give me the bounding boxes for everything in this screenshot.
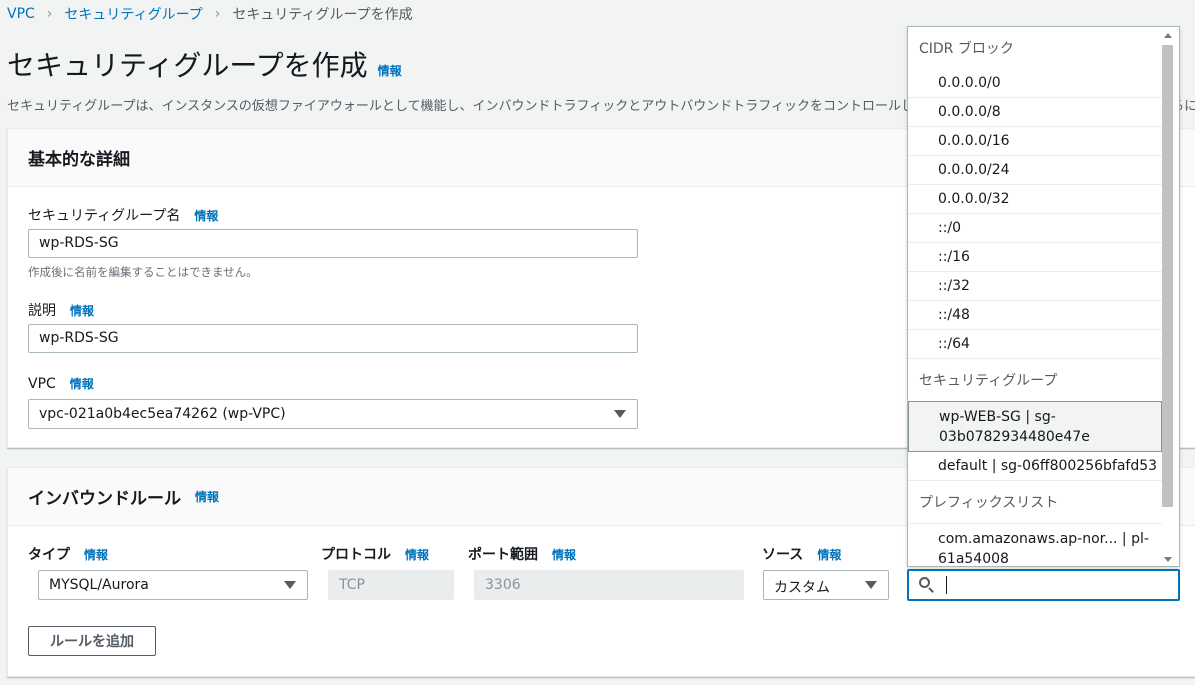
inbound-rules-title: インバウンドルール xyxy=(28,489,181,509)
protocol-info-link[interactable]: 情報 xyxy=(405,546,429,563)
col-source-label: ソース 情報 xyxy=(762,544,841,564)
dropdown-option[interactable]: ::/64 xyxy=(908,330,1162,359)
page-info-link[interactable]: 情報 xyxy=(378,62,402,79)
dropdown-option-prefix-list[interactable]: com.amazonaws.ap-nor... | pl- 61a54008 xyxy=(908,523,1162,567)
scroll-up-icon[interactable] xyxy=(1164,33,1172,38)
dropdown-option[interactable]: 0.0.0.0/8 xyxy=(908,98,1162,127)
dropdown-option[interactable]: 0.0.0.0/24 xyxy=(908,156,1162,185)
option-line-1: wp-WEB-SG | sg- xyxy=(939,408,1056,425)
sg-name-info-link[interactable]: 情報 xyxy=(194,207,218,224)
rule-source-value: カスタム xyxy=(774,580,830,596)
rule-type-value: MYSQL/Aurora xyxy=(49,577,149,593)
vpc-select-value: vpc-021a0b4ec5ea74262 (wp-VPC) xyxy=(39,406,286,422)
type-info-link[interactable]: 情報 xyxy=(84,546,108,563)
rule-protocol-input: TCP xyxy=(328,570,454,600)
dropdown-group-prefix-lists: プレフィックスリスト xyxy=(919,495,1059,511)
rule-source-select[interactable]: カスタム xyxy=(763,570,889,600)
breadcrumb: VPC › セキュリティグループ › セキュリティグループを作成 xyxy=(7,4,413,24)
scrollbar-thumb[interactable] xyxy=(1162,45,1173,507)
rule-type-select[interactable]: MYSQL/Aurora xyxy=(38,570,308,600)
vpc-info-link[interactable]: 情報 xyxy=(70,375,94,392)
dropdown-group-cidr: CIDR ブロック xyxy=(919,41,1014,57)
dropdown-option[interactable]: 0.0.0.0/0 xyxy=(908,69,1162,98)
dropdown-option-wp-web-sg[interactable]: wp-WEB-SG | sg- 03b0782934480e47e xyxy=(908,401,1162,452)
breadcrumb-security-groups[interactable]: セキュリティグループ xyxy=(64,4,202,24)
breadcrumb-current: セキュリティグループを作成 xyxy=(232,7,413,23)
breadcrumb-vpc[interactable]: VPC xyxy=(7,6,35,22)
dropdown-option-text: com.amazonaws.ap-nor... | pl- 61a54008 xyxy=(938,529,1149,567)
col-type-label: タイプ 情報 xyxy=(28,544,108,564)
description-info-link[interactable]: 情報 xyxy=(70,302,94,319)
port-info-link[interactable]: 情報 xyxy=(552,546,576,563)
dropdown-option[interactable]: ::/16 xyxy=(908,243,1162,272)
sg-name-input[interactable]: wp-RDS-SG xyxy=(28,229,638,258)
chevron-right-icon: › xyxy=(46,6,53,22)
col-protocol-label: プロトコル 情報 xyxy=(321,544,429,564)
sg-name-label-text: セキュリティグループ名 xyxy=(28,208,181,224)
vpc-label-text: VPC xyxy=(28,376,56,392)
search-icon xyxy=(918,576,936,594)
vpc-select[interactable]: vpc-021a0b4ec5ea74262 (wp-VPC) xyxy=(28,399,638,429)
option-line-2: 03b0782934480e47e xyxy=(939,428,1090,445)
sg-name-label: セキュリティグループ名 情報 xyxy=(28,205,218,225)
vpc-label: VPC 情報 xyxy=(28,375,94,392)
rule-port-input: 3306 xyxy=(474,570,744,600)
caret-down-icon xyxy=(865,581,877,589)
option-line-2: 61a54008 xyxy=(938,550,1009,567)
dropdown-option[interactable]: ::/48 xyxy=(908,301,1162,330)
caret-down-icon xyxy=(614,410,626,418)
dropdown-option[interactable]: ::/0 xyxy=(908,214,1162,243)
text-cursor xyxy=(946,576,947,594)
dropdown-option[interactable]: 0.0.0.0/32 xyxy=(908,185,1162,214)
dropdown-group-security-groups: セキュリティグループ xyxy=(919,373,1058,389)
col-source-text: ソース xyxy=(762,547,804,563)
scroll-down-icon[interactable] xyxy=(1164,557,1172,562)
col-port-label: ポート範囲 情報 xyxy=(468,544,576,564)
source-dropdown: CIDR ブロック 0.0.0.0/0 0.0.0.0/8 0.0.0.0/16… xyxy=(907,26,1180,567)
source-info-link[interactable]: 情報 xyxy=(817,546,841,563)
option-line-1: com.amazonaws.ap-nor... | pl- xyxy=(938,530,1149,547)
sg-name-hint: 作成後に名前を編集することはできません。 xyxy=(28,265,258,279)
source-search-input[interactable] xyxy=(907,569,1180,601)
col-type-text: タイプ xyxy=(28,547,70,563)
dropdown-option[interactable]: ::/32 xyxy=(908,272,1162,301)
caret-down-icon xyxy=(284,581,296,589)
inbound-rules-info-link[interactable]: 情報 xyxy=(195,488,219,505)
col-port-text: ポート範囲 xyxy=(468,547,538,563)
basic-details-title: 基本的な詳細 xyxy=(28,150,130,170)
add-rule-button[interactable]: ルールを追加 xyxy=(28,626,156,656)
chevron-right-icon: › xyxy=(214,6,221,22)
description-label: 説明 情報 xyxy=(28,300,94,320)
description-input[interactable]: wp-RDS-SG xyxy=(28,324,638,353)
page-title: セキュリティグループを作成 xyxy=(7,49,368,82)
description-label-text: 説明 xyxy=(28,303,56,319)
page-header: セキュリティグループを作成 情報 xyxy=(7,44,402,84)
dropdown-option-default-sg[interactable]: default | sg-06ff800256bfafd53 xyxy=(908,452,1162,481)
dropdown-scrollbar[interactable] xyxy=(1161,27,1175,566)
col-protocol-text: プロトコル xyxy=(321,547,391,563)
dropdown-option-text: wp-WEB-SG | sg- 03b0782934480e47e xyxy=(939,407,1090,447)
dropdown-option[interactable]: 0.0.0.0/16 xyxy=(908,127,1162,156)
